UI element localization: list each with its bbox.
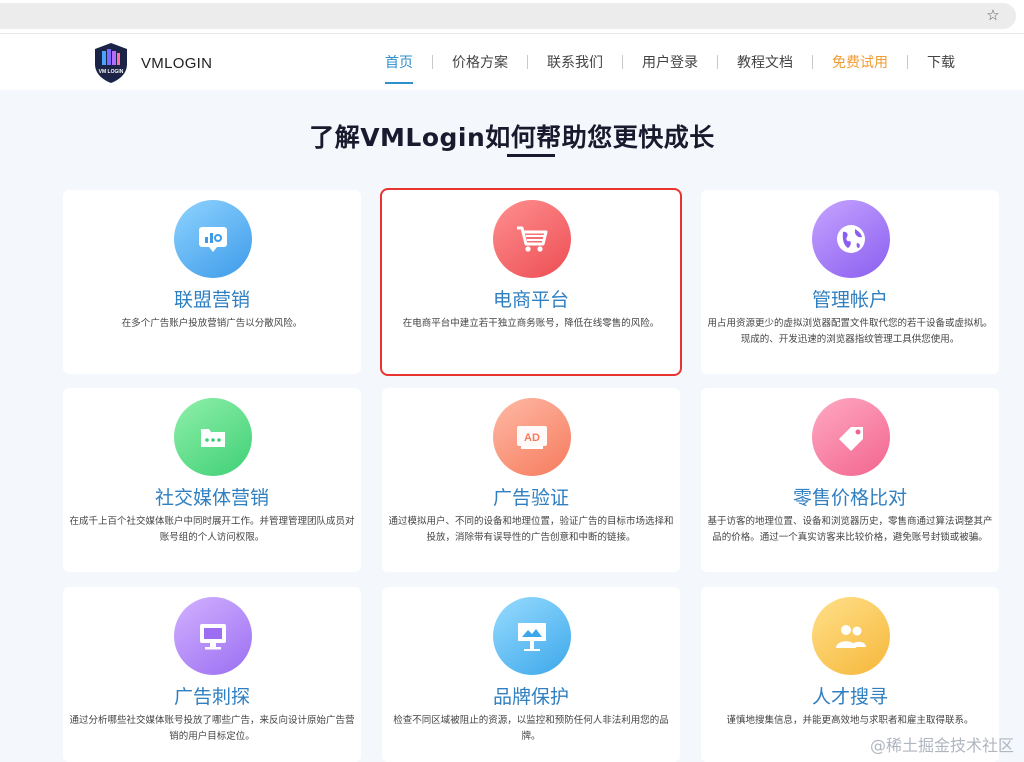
section-title: 了解VMLogin如何帮助您更快成长 (309, 123, 715, 152)
card-description: 在多个广告账户投放营销广告以分散风险。 (121, 318, 303, 329)
card-description: 通过模拟用户、不同的设备和地理位置，验证广告的目标市场选择和投放，消除带有误导性… (388, 516, 674, 543)
site-header: VM LOGIN VMLOGIN 首页 价格方案 联系我们 用户登录 教程文档 免费试用 下… (0, 34, 1024, 90)
feature-card[interactable]: 零售价格比对基于访客的地理位置、设备和浏览器历史，零售商通过算法调整其产品的价格… (701, 388, 999, 572)
browser-toolbar: ☆ (0, 0, 1024, 34)
nav-separator (907, 55, 908, 69)
card-description: 在电商平台中建立若干独立商务账号，降低在线零售的风险。 (402, 318, 660, 329)
monitor-icon (174, 597, 252, 675)
billboard-icon (493, 597, 571, 675)
watermark: @稀土掘金技术社区 (869, 736, 1014, 755)
card-description: 通过分析哪些社交媒体账号投放了哪些广告，来反向设计原始广告营销的用户目标定位。 (69, 715, 355, 742)
card-description: 在成千上百个社交媒体账户中同时展开工作。并管理管理团队成员对账号组的个人访问权限… (69, 516, 355, 543)
feature-card[interactable]: 社交媒体营销在成千上百个社交媒体账户中同时展开工作。并管理管理团队成员对账号组的… (63, 388, 361, 572)
feature-card[interactable]: 管理帐户用占用资源更少的虚拟浏览器配置文件取代您的若干设备或虚拟机。现成的、开发… (701, 190, 999, 374)
nav-item-2[interactable]: 联系我们 (547, 52, 603, 72)
feature-card[interactable]: 联盟营销在多个广告账户投放营销广告以分散风险。 (63, 190, 361, 374)
card-description: 谨慎地搜集信息，并能更高效地与求职者和雇主取得联系。 (726, 715, 974, 726)
feature-card[interactable]: 电商平台在电商平台中建立若干独立商务账号，降低在线零售的风险。 (380, 188, 682, 376)
card-title: 广告刺探 (173, 686, 250, 708)
feature-card[interactable]: 品牌保护检查不同区域被阻止的资源，以监控和预防任何人非法利用您的品牌。 (382, 587, 680, 762)
card-title: 品牌保护 (492, 686, 569, 708)
card-description: 基于访客的地理位置、设备和浏览器历史，零售商通过算法调整其产品的价格。通过一个真… (707, 516, 993, 543)
card-title: 零售价格比对 (792, 487, 907, 509)
card-title: 人才搜寻 (811, 686, 888, 708)
price-tag-icon (812, 398, 890, 476)
logo-shield-icon: VM LOGIN (95, 43, 127, 83)
card-title: 管理帐户 (811, 289, 888, 311)
nav-separator (717, 55, 718, 69)
people-icon (812, 597, 890, 675)
nav-item-0[interactable]: 首页 (385, 52, 413, 84)
svg-text:AD: AD (524, 432, 540, 444)
star-icon[interactable]: ☆ (984, 6, 1002, 24)
shopping-cart-icon (493, 200, 571, 278)
address-bar[interactable] (0, 3, 1016, 29)
folder-chat-icon (174, 398, 252, 476)
presentation-chart-icon (174, 200, 252, 278)
nav-item-4[interactable]: 教程文档 (737, 52, 793, 72)
globe-icon (812, 200, 890, 278)
nav-item-5[interactable]: 免费试用 (832, 52, 888, 72)
card-description: 用占用资源更少的虚拟浏览器配置文件取代您的若干设备或虚拟机。现成的、开发迅速的浏… (707, 318, 993, 345)
card-title: 联盟营销 (173, 289, 250, 311)
logo-text: VMLOGIN (141, 54, 213, 72)
nav-separator (622, 55, 623, 69)
logo[interactable]: VM LOGIN VMLOGIN (93, 42, 212, 84)
main-nav: 首页 价格方案 联系我们 用户登录 教程文档 免费试用 下载 (385, 51, 955, 84)
svg-text:VM LOGIN: VM LOGIN (99, 69, 124, 75)
feature-card[interactable]: AD 广告验证通过模拟用户、不同的设备和地理位置，验证广告的目标市场选择和投放，消… (382, 388, 680, 572)
nav-item-1[interactable]: 价格方案 (452, 52, 508, 72)
nav-separator (812, 55, 813, 69)
feature-card[interactable]: 广告刺探通过分析哪些社交媒体账号投放了哪些广告，来反向设计原始广告营销的用户目标… (63, 587, 361, 762)
nav-separator (527, 55, 528, 69)
card-description: 检查不同区域被阻止的资源，以监控和预防任何人非法利用您的品牌。 (393, 715, 669, 742)
nav-item-6[interactable]: 下载 (927, 52, 955, 72)
title-underline (507, 154, 555, 157)
card-title: 广告验证 (492, 487, 569, 509)
ad-icon: AD (493, 398, 571, 476)
nav-item-3[interactable]: 用户登录 (642, 52, 698, 72)
card-title: 电商平台 (492, 289, 569, 311)
card-title: 社交媒体营销 (154, 487, 269, 509)
nav-separator (432, 55, 433, 69)
